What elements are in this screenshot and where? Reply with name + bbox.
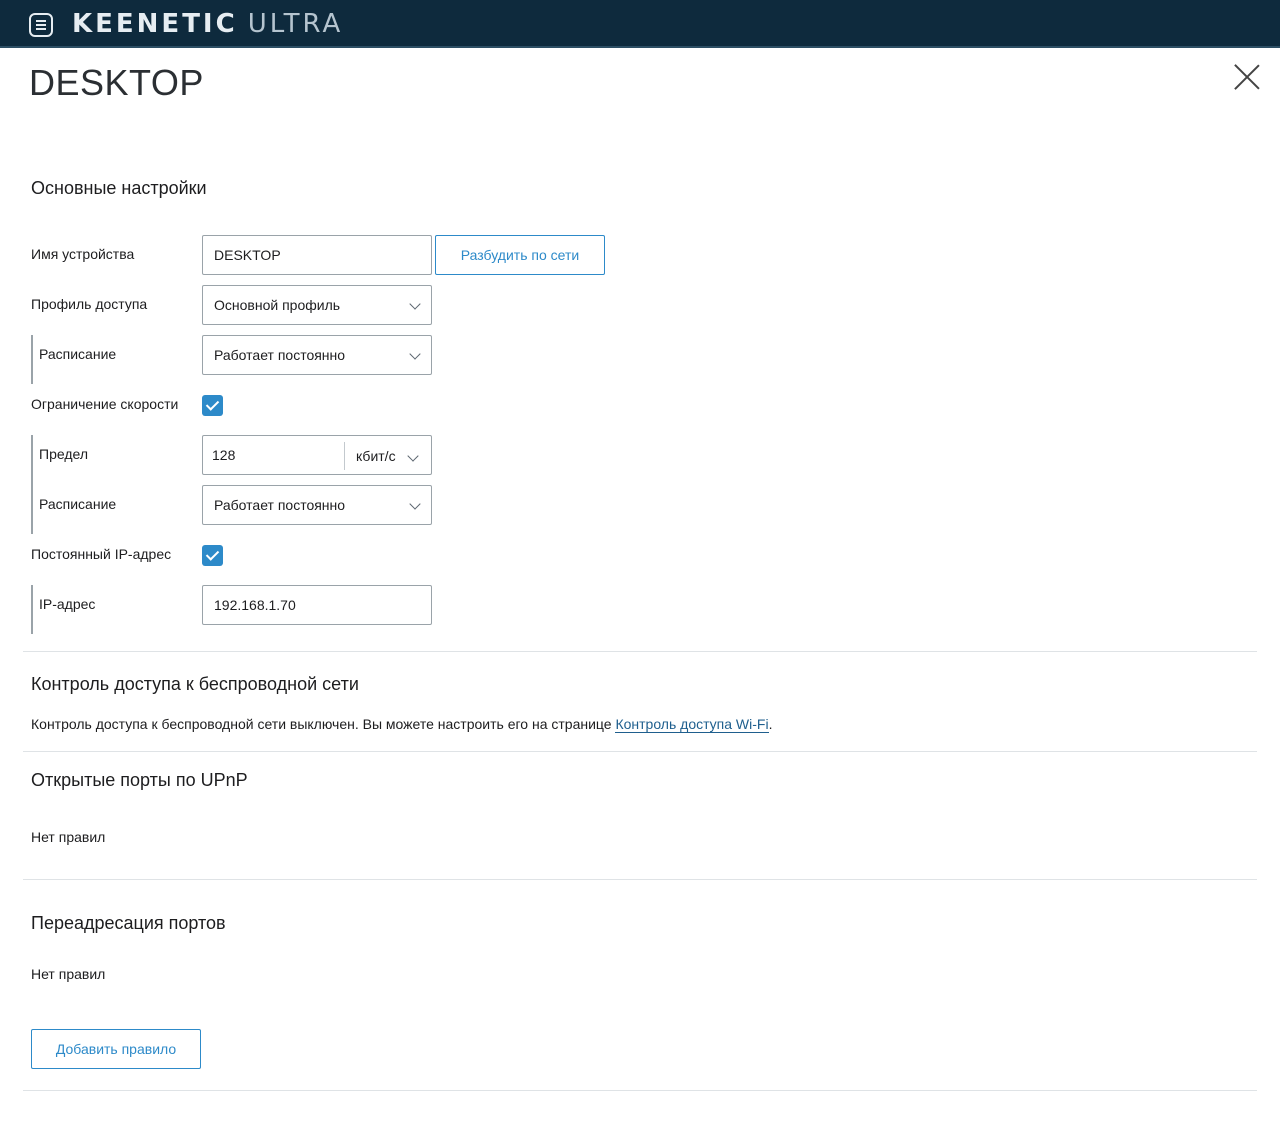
divider — [23, 651, 1257, 652]
speed-schedule-select[interactable]: Работает постоянно — [202, 485, 432, 525]
device-name-label: Имя устройства — [31, 246, 135, 262]
logo: KEENETIC ULTRA — [72, 9, 343, 39]
logo-model: ULTRA — [247, 9, 344, 39]
speed-limit-field: 128 кбит/с — [202, 435, 432, 475]
device-name-input[interactable] — [202, 235, 432, 275]
add-rule-button[interactable]: Добавить правило — [31, 1029, 201, 1069]
divider — [23, 879, 1257, 880]
indent-bar — [31, 335, 33, 384]
page-title: DESKTOP — [29, 62, 204, 103]
divider — [23, 1090, 1257, 1091]
menu-icon[interactable] — [29, 13, 53, 37]
close-icon[interactable] — [1233, 63, 1261, 91]
access-profile-select[interactable]: Основной профиль — [202, 285, 432, 325]
speed-schedule-value: Работает постоянно — [214, 497, 346, 513]
limit-unit-select[interactable]: кбит/с — [356, 436, 396, 474]
forwarding-empty-text: Нет правил — [31, 966, 106, 982]
wifi-access-control-link[interactable]: Контроль доступа Wi-Fi — [615, 716, 769, 733]
divider — [344, 442, 345, 470]
indent-bar — [31, 435, 33, 534]
limit-input[interactable]: 128 — [212, 436, 235, 474]
top-bar: KEENETIC ULTRA — [0, 0, 1280, 48]
ip-address-label: IP-адрес — [39, 596, 96, 612]
static-ip-label: Постоянный IP-адрес — [31, 546, 172, 562]
upnp-empty-text: Нет правил — [31, 829, 106, 845]
wireless-info-suffix: . — [768, 716, 773, 732]
schedule-label: Расписание — [39, 346, 117, 362]
wireless-info-text: Контроль доступа к беспроводной сети вык… — [31, 716, 773, 733]
wireless-info-body: Контроль доступа к беспроводной сети вык… — [31, 716, 616, 732]
section-title-wireless: Контроль доступа к беспроводной сети — [31, 674, 359, 694]
chevron-down-icon — [409, 348, 421, 360]
speed-limit-checkbox[interactable] — [202, 395, 223, 416]
chevron-down-icon — [409, 498, 421, 510]
ip-address-input[interactable] — [202, 585, 432, 625]
divider — [23, 751, 1257, 752]
schedule-value: Работает постоянно — [214, 347, 346, 363]
schedule-select[interactable]: Работает постоянно — [202, 335, 432, 375]
logo-brand: KEENETIC — [72, 9, 238, 39]
section-title-forwarding: Переадресация портов — [31, 913, 226, 933]
static-ip-checkbox[interactable] — [202, 545, 223, 566]
chevron-down-icon — [409, 298, 421, 310]
speed-limit-label: Ограничение скорости — [31, 396, 179, 412]
access-profile-value: Основной профиль — [214, 297, 341, 313]
chevron-down-icon — [407, 450, 419, 462]
indent-bar — [31, 585, 33, 634]
limit-label: Предел — [39, 446, 88, 462]
access-profile-label: Профиль доступа — [31, 296, 148, 312]
section-title-upnp: Открытые порты по UPnP — [31, 770, 248, 790]
wake-on-lan-button[interactable]: Разбудить по сети — [435, 235, 605, 275]
speed-schedule-label: Расписание — [39, 496, 117, 512]
section-title-basic: Основные настройки — [31, 178, 207, 198]
